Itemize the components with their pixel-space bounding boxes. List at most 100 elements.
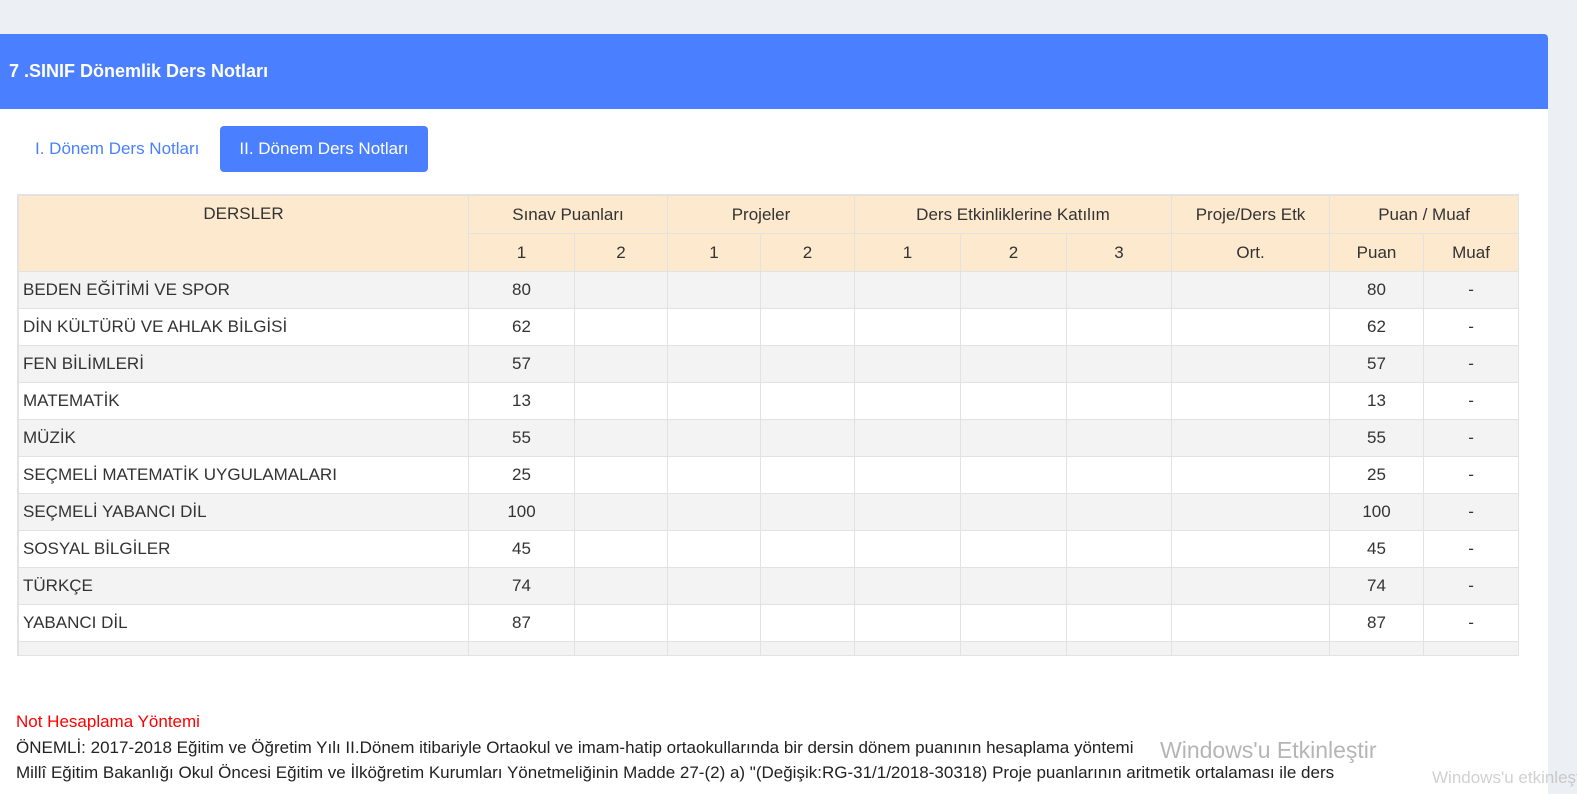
exempt-value: -: [1423, 530, 1518, 568]
exempt-value: -: [1423, 308, 1518, 346]
column-header-exam-scores: Sınav Puanları: [467, 195, 669, 234]
empty-cell: [854, 641, 962, 655]
empty-cell: [667, 419, 762, 457]
empty-cell: [960, 345, 1068, 383]
empty-cell: [573, 456, 669, 494]
empty-cell: [960, 493, 1068, 531]
empty-cell: [760, 456, 856, 494]
exam-1-score: 87: [468, 604, 575, 642]
exam-1-score: 74: [468, 567, 575, 605]
column-header-projects: Projeler: [667, 195, 856, 234]
lesson-name: SOSYAL BİLGİLER: [18, 530, 469, 568]
final-score: 45: [1329, 530, 1425, 568]
lesson-name: SEÇMELİ YABANCI DİL: [18, 493, 469, 531]
calculation-note-line-2: Millî Eğitim Bakanlığı Okul Öncesi Eğiti…: [16, 763, 1335, 782]
empty-cell: [573, 382, 669, 420]
empty-cell: [854, 308, 962, 346]
empty-cell: [667, 567, 762, 605]
tab-second-term[interactable]: II. Dönem Ders Notları: [220, 126, 428, 172]
column-header-score-exempt: Puan / Muaf: [1329, 195, 1518, 234]
sub-header-score: Puan: [1329, 233, 1425, 272]
final-score: 87: [1329, 604, 1425, 642]
empty-cell: [667, 604, 762, 642]
exempt-value: -: [1423, 604, 1518, 642]
empty-cell: [760, 308, 856, 346]
empty-cell: [1171, 493, 1331, 531]
table-row: SEÇMELİ MATEMATİK UYGULAMALARI 25 25 -: [18, 456, 1518, 494]
exempt-value: -: [1423, 271, 1518, 309]
final-score: 55: [1329, 419, 1425, 457]
empty-cell: [1066, 641, 1173, 655]
empty-cell: [760, 493, 856, 531]
windows-activation-watermark: Windows'u Etkinleştir: [1160, 737, 1377, 763]
exam-1-score: 100: [468, 493, 575, 531]
sub-header-average: Ort.: [1171, 233, 1331, 272]
exam-1-score: 45: [468, 530, 575, 568]
lesson-name: BEDEN EĞİTİMİ VE SPOR: [18, 271, 469, 309]
table-row: FEN BİLİMLERİ 57 57 -: [18, 345, 1518, 383]
empty-cell: [854, 456, 962, 494]
empty-cell: [573, 419, 669, 457]
lesson-name: DİN KÜLTÜRÜ VE AHLAK BİLGİSİ: [18, 308, 469, 346]
empty-cell: [854, 271, 962, 309]
empty-cell: [667, 456, 762, 494]
empty-cell: [854, 382, 962, 420]
final-score: 74: [1329, 567, 1425, 605]
empty-cell: [1066, 382, 1173, 420]
empty-cell: [960, 308, 1068, 346]
empty-cell: [18, 641, 469, 655]
empty-cell: [573, 345, 669, 383]
table-row: DİN KÜLTÜRÜ VE AHLAK BİLGİSİ 62 62 -: [18, 308, 1518, 346]
empty-cell: [854, 345, 962, 383]
empty-cell: [1329, 641, 1425, 655]
empty-cell: [760, 271, 856, 309]
empty-cell: [1171, 345, 1331, 383]
exam-1-score: 57: [468, 345, 575, 383]
empty-cell: [960, 382, 1068, 420]
sub-header-participation-1: 1: [854, 233, 962, 272]
sub-header-participation-2: 2: [960, 233, 1068, 272]
table-row: TÜRKÇE 74 74 -: [18, 567, 1518, 605]
sub-header-exam-1: 1: [468, 233, 575, 272]
empty-cell: [573, 308, 669, 346]
empty-cell: [1066, 345, 1173, 383]
sub-header-participation-3: 3: [1066, 233, 1173, 272]
empty-cell: [667, 641, 762, 655]
table-row: SEÇMELİ YABANCI DİL 100 100 -: [18, 493, 1518, 531]
column-header-participation: Ders Etkinliklerine Katılım: [854, 195, 1173, 234]
sub-header-exempt: Muaf: [1423, 233, 1518, 272]
empty-cell: [1171, 567, 1331, 605]
empty-cell: [667, 345, 762, 383]
tab-first-term[interactable]: I. Dönem Ders Notları: [16, 126, 218, 172]
empty-cell: [1066, 271, 1173, 309]
empty-cell: [1423, 641, 1518, 655]
empty-cell: [760, 530, 856, 568]
empty-cell: [1066, 419, 1173, 457]
empty-cell: [960, 419, 1068, 457]
final-score: 25: [1329, 456, 1425, 494]
empty-cell: [667, 308, 762, 346]
empty-cell: [1066, 493, 1173, 531]
final-score: 13: [1329, 382, 1425, 420]
empty-cell: [1171, 604, 1331, 642]
term-tabs: I. Dönem Ders Notları II. Dönem Ders Not…: [16, 126, 428, 172]
empty-cell: [854, 419, 962, 457]
empty-cell: [573, 271, 669, 309]
final-score: 57: [1329, 345, 1425, 383]
final-score: 100: [1329, 493, 1425, 531]
empty-cell: [960, 456, 1068, 494]
sub-header-project-2: 2: [760, 233, 856, 272]
exam-1-score: 62: [468, 308, 575, 346]
final-score: 62: [1329, 308, 1425, 346]
table-row: BEDEN EĞİTİMİ VE SPOR 80 80 -: [18, 271, 1518, 309]
empty-cell: [1171, 271, 1331, 309]
empty-cell: [1171, 419, 1331, 457]
column-header-lessons: DERSLER: [18, 195, 469, 272]
table-row-partial: [18, 641, 1518, 655]
final-score: 80: [1329, 271, 1425, 309]
empty-cell: [760, 604, 856, 642]
empty-cell: [960, 271, 1068, 309]
lesson-name: TÜRKÇE: [18, 567, 469, 605]
grades-table-container[interactable]: DERSLER Sınav Puanları Projeler Ders Etk…: [17, 194, 1519, 656]
table-group-header-row: DERSLER Sınav Puanları Projeler Ders Etk…: [18, 195, 1518, 272]
